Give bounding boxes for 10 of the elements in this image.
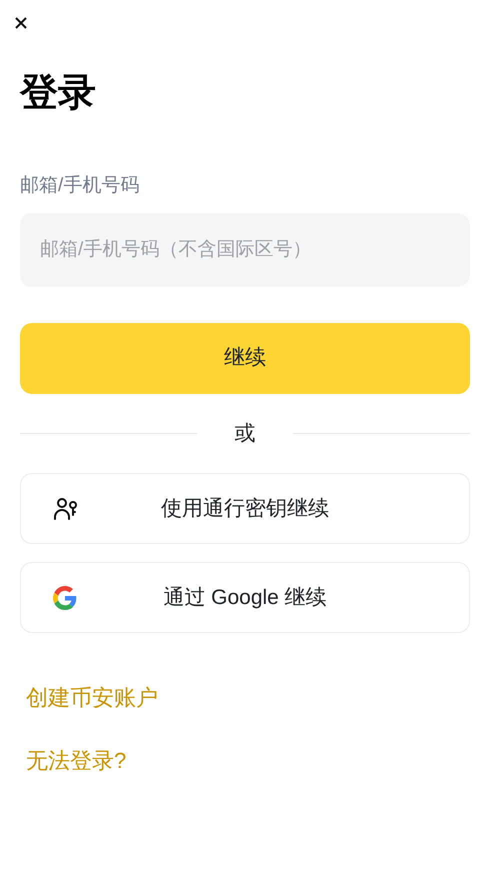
continue-button[interactable]: 继续 xyxy=(20,322,470,394)
close-icon[interactable] xyxy=(14,16,28,30)
person-key-icon xyxy=(53,496,79,522)
passkey-continue-button[interactable]: 使用通行密钥继续 xyxy=(20,473,470,544)
page-title: 登录 xyxy=(20,74,96,112)
email-phone-field[interactable]: 邮箱/手机号码（不含国际区号） xyxy=(20,212,470,286)
google-icon xyxy=(53,586,77,610)
divider-text: 或 xyxy=(234,420,256,446)
field-label: 邮箱/手机号码 xyxy=(20,174,140,198)
google-continue-button[interactable]: 通过 Google 继续 xyxy=(20,562,470,633)
